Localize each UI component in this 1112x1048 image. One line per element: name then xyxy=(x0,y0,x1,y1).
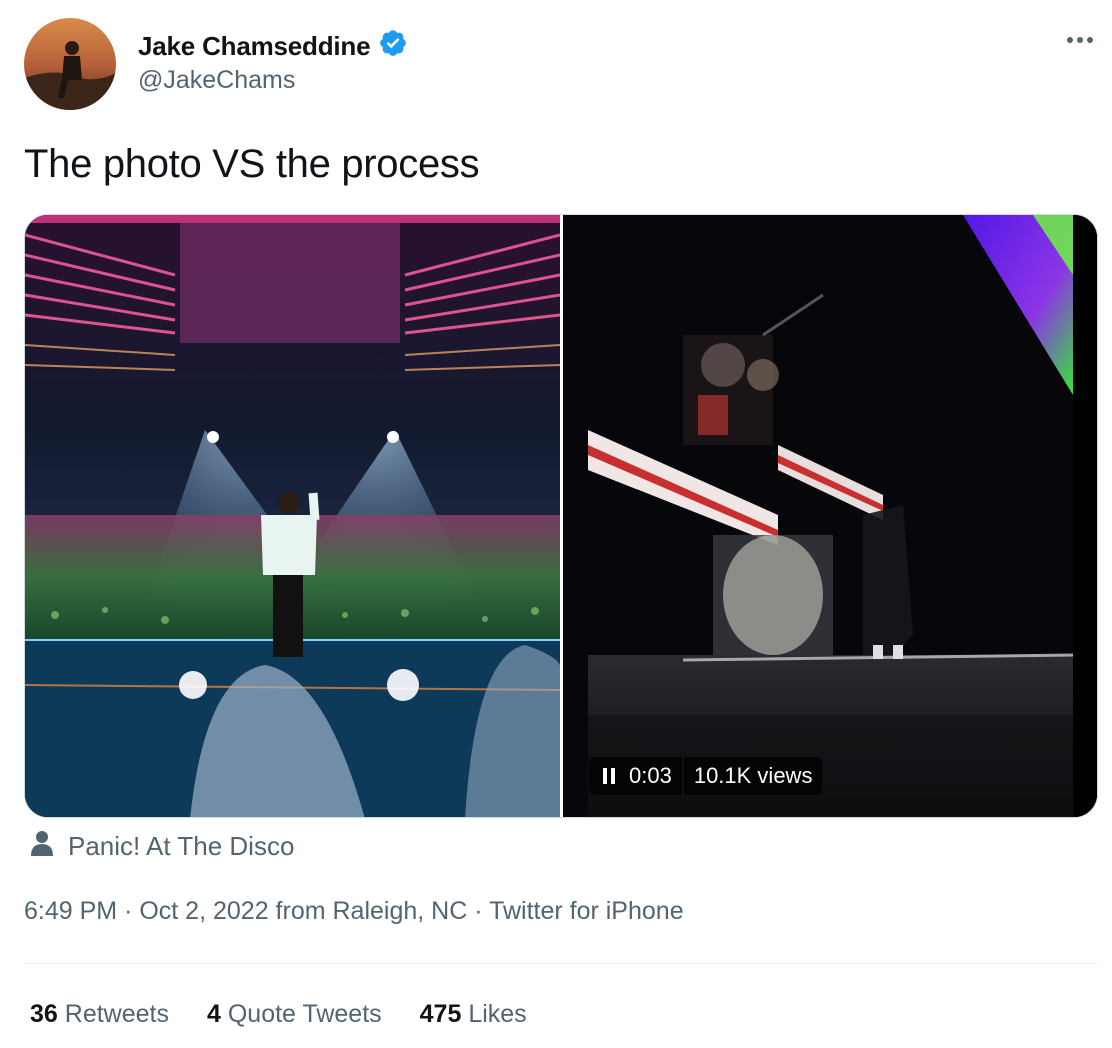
video-player[interactable]: 0:03 10.1K views xyxy=(563,215,1097,817)
likes-stat[interactable]: 475 Likes xyxy=(420,1000,527,1029)
tweet-text: The photo VS the process xyxy=(24,142,480,186)
person-icon xyxy=(30,830,54,863)
tweet-date[interactable]: Oct 2, 2022 xyxy=(139,897,268,925)
meta-separator: · xyxy=(124,897,133,925)
quote-tweets-count: 4 xyxy=(206,1000,221,1028)
meta-separator: · xyxy=(474,897,483,925)
verified-badge-icon xyxy=(378,28,408,65)
more-horizontal-icon[interactable] xyxy=(1062,22,1098,58)
tagged-user-label[interactable]: Panic! At The Disco xyxy=(68,831,294,862)
tweet-stats: 36 Retweets 4 Quote Tweets 475 Likes xyxy=(30,1000,527,1029)
retweets-count: 36 xyxy=(30,1000,58,1028)
video-time: 0:03 xyxy=(629,763,672,788)
retweets-stat[interactable]: 36 Retweets xyxy=(30,1000,169,1029)
tweet-meta: 6:49 PM · Oct 2, 2022 from Raleigh, NC ·… xyxy=(24,897,684,926)
author-display-name[interactable]: Jake Chamseddine xyxy=(138,31,371,62)
likes-count: 475 xyxy=(419,1000,462,1028)
divider xyxy=(24,963,1098,964)
author-handle[interactable]: @JakeChams xyxy=(138,66,295,95)
tweet-time[interactable]: 6:49 PM xyxy=(24,897,117,925)
tagged-user[interactable]: Panic! At The Disco xyxy=(30,830,294,863)
tweet-source[interactable]: Twitter for iPhone xyxy=(489,897,684,925)
video-views: 10.1K views xyxy=(681,757,823,795)
quote-tweets-label: Quote Tweets xyxy=(227,1000,382,1028)
quote-tweets-stat[interactable]: 4 Quote Tweets xyxy=(207,1000,382,1029)
media-container: 0:03 10.1K views xyxy=(24,214,1098,818)
author-name-row[interactable]: Jake Chamseddine xyxy=(138,28,408,65)
tweet-location[interactable]: from Raleigh, NC xyxy=(276,897,468,925)
video-status-badge: 0:03 10.1K views xyxy=(589,757,823,795)
concert-photo[interactable] xyxy=(25,215,561,817)
likes-label: Likes xyxy=(468,1000,527,1028)
pause-icon[interactable] xyxy=(589,757,629,795)
avatar[interactable] xyxy=(24,18,116,110)
retweets-label: Retweets xyxy=(64,1000,169,1028)
